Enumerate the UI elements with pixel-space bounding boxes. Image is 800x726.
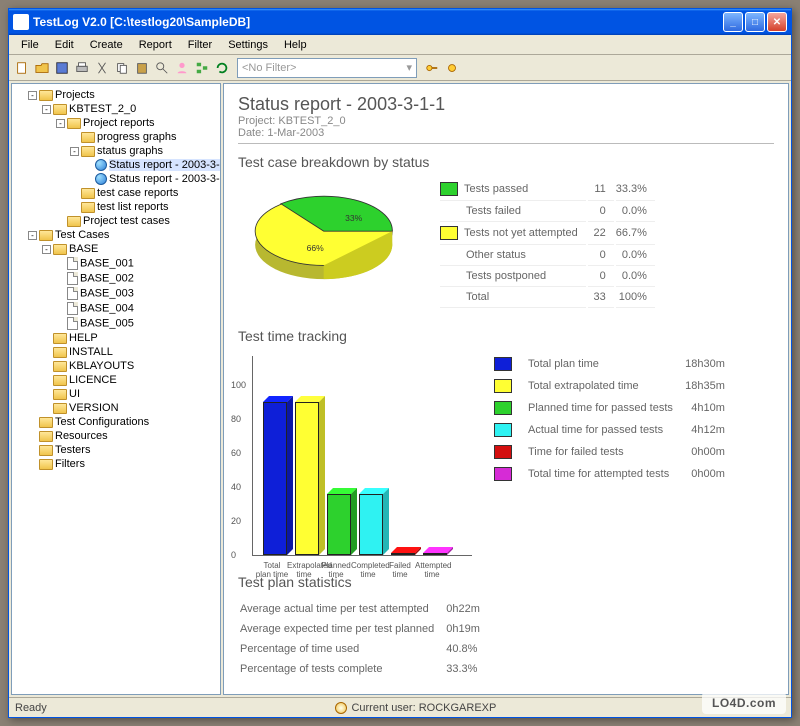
pie-chart: 33% 66% — [238, 178, 418, 298]
legend-row: Planned time for passed tests4h10m — [494, 398, 733, 418]
open-icon[interactable] — [33, 59, 51, 77]
svg-text:66%: 66% — [307, 243, 325, 253]
stats-row: Percentage of tests complete33.3% — [240, 660, 490, 678]
key-icon[interactable] — [423, 59, 441, 77]
legend-row: Tests postponed00.0% — [440, 268, 655, 287]
tree-item[interactable]: -Project reports — [56, 116, 218, 130]
menu-edit[interactable]: Edit — [47, 37, 82, 53]
gear-icon[interactable] — [443, 59, 461, 77]
filter-combo[interactable]: <No Filter>▾ — [237, 58, 417, 78]
project-tree[interactable]: -Projects-KBTEST_2_0-Project reportsprog… — [11, 83, 221, 695]
tree-item[interactable]: BASE_005 — [56, 316, 218, 331]
save-icon[interactable] — [53, 59, 71, 77]
legend-row: Other status00.0% — [440, 247, 655, 266]
tree-item[interactable]: Test Configurations — [28, 415, 218, 429]
legend-row: Tests passed1133.3% — [440, 180, 655, 201]
legend-row: Tests failed00.0% — [440, 203, 655, 222]
titlebar[interactable]: TestLog V2.0 [C:\testlog20\SampleDB] _ □… — [9, 9, 791, 35]
copy-icon[interactable] — [113, 59, 131, 77]
legend-row: Total extrapolated time18h35m — [494, 376, 733, 396]
watermark: LO4D.com — [702, 692, 786, 714]
new-icon[interactable] — [13, 59, 31, 77]
bar-legend: Total plan time18h30mTotal extrapolated … — [492, 352, 735, 486]
statusbar: Ready Current user: ROCKGAREXP — [9, 697, 791, 717]
tree-item[interactable]: INSTALL — [42, 345, 218, 359]
tree-item[interactable]: LICENCE — [42, 373, 218, 387]
tree-item[interactable]: BASE_004 — [56, 301, 218, 316]
legend-row: Total time for attempted tests0h00m — [494, 464, 733, 484]
tree-item[interactable]: test case reports — [70, 186, 218, 200]
menu-help[interactable]: Help — [276, 37, 315, 53]
report-title: Status report - 2003-3-1-1 — [238, 94, 774, 115]
toolbar: <No Filter>▾ — [9, 55, 791, 81]
menu-create[interactable]: Create — [82, 37, 131, 53]
tree-item[interactable]: Filters — [28, 457, 218, 471]
menubar: File Edit Create Report Filter Settings … — [9, 35, 791, 55]
bar-chart: 020406080100Total plan timeExtrapolated … — [252, 356, 472, 556]
tree-item[interactable]: progress graphs — [70, 130, 218, 144]
maximize-button[interactable]: □ — [745, 12, 765, 32]
tree-item[interactable]: Resources — [28, 429, 218, 443]
close-button[interactable]: ✕ — [767, 12, 787, 32]
minimize-button[interactable]: _ — [723, 12, 743, 32]
tree-item[interactable]: -KBTEST_2_0 — [42, 102, 218, 116]
tree-item[interactable]: -BASE — [42, 242, 218, 256]
menu-file[interactable]: File — [13, 37, 47, 53]
app-window: TestLog V2.0 [C:\testlog20\SampleDB] _ □… — [8, 8, 792, 718]
tree-item[interactable]: HELP — [42, 331, 218, 345]
tree-item[interactable]: -Test Cases — [28, 228, 218, 242]
tree-item[interactable]: Project test cases — [56, 214, 218, 228]
tree-item[interactable]: -status graphs — [70, 144, 218, 158]
filter-placeholder: <No Filter> — [242, 62, 296, 74]
stats-table: Average actual time per test attempted0h… — [238, 598, 492, 680]
tree-item[interactable]: KBLAYOUTS — [42, 359, 218, 373]
pie-legend: Tests passed1133.3% Tests failed00.0% Test… — [438, 178, 657, 310]
status-left: Ready — [15, 702, 47, 714]
menu-filter[interactable]: Filter — [180, 37, 220, 53]
legend-row: Actual time for passed tests4h12m — [494, 420, 733, 440]
pie-title: Test case breakdown by status — [238, 154, 774, 170]
app-icon — [13, 14, 29, 30]
status-user: ROCKGAREXP — [419, 702, 497, 714]
user-icon — [335, 702, 347, 714]
window-title: TestLog V2.0 [C:\testlog20\SampleDB] — [33, 15, 723, 29]
stats-row: Percentage of time used40.8% — [240, 640, 490, 658]
stats-row: Average actual time per test attempted0h… — [240, 600, 490, 618]
tree-item[interactable]: test list reports — [70, 200, 218, 214]
tree-item[interactable]: Testers — [28, 443, 218, 457]
tree-item[interactable]: BASE_002 — [56, 271, 218, 286]
bar-title: Test time tracking — [238, 328, 774, 344]
stats-row: Average expected time per test planned0h… — [240, 620, 490, 638]
tree-item[interactable]: BASE_001 — [56, 256, 218, 271]
paste-icon[interactable] — [133, 59, 151, 77]
cut-icon[interactable] — [93, 59, 111, 77]
tree-item[interactable]: -Projects — [28, 88, 218, 102]
menu-report[interactable]: Report — [131, 37, 180, 53]
users-icon[interactable] — [173, 59, 191, 77]
legend-row: Tests not yet attempted2266.7% — [440, 224, 655, 245]
svg-text:33%: 33% — [345, 213, 363, 223]
tree-item[interactable]: Status report - 2003-3-1-1 — [84, 158, 218, 172]
tree-item[interactable]: Status report - 2003-3-6-1 — [84, 172, 218, 186]
legend-row: Time for failed tests0h00m — [494, 442, 733, 462]
tree-item[interactable]: UI — [42, 387, 218, 401]
tree-icon[interactable] — [193, 59, 211, 77]
print-icon[interactable] — [73, 59, 91, 77]
refresh-icon[interactable] — [213, 59, 231, 77]
tree-item[interactable]: VERSION — [42, 401, 218, 415]
tree-item[interactable]: BASE_003 — [56, 286, 218, 301]
menu-settings[interactable]: Settings — [220, 37, 276, 53]
legend-row: Total plan time18h30m — [494, 354, 733, 374]
find-icon[interactable] — [153, 59, 171, 77]
report-content: Status report - 2003-3-1-1 Project: KBTE… — [223, 83, 789, 695]
